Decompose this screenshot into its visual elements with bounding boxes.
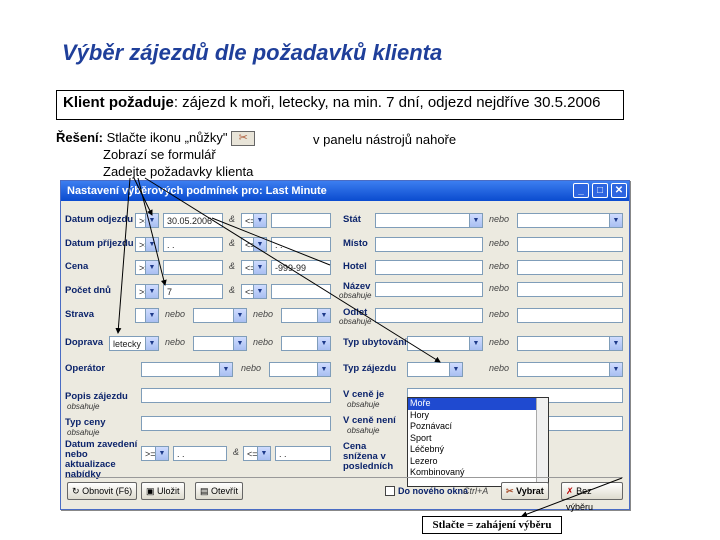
arrow-doprava xyxy=(115,177,131,334)
arrow-helper xyxy=(211,217,331,266)
arrow-dny xyxy=(137,177,167,286)
annotation-arrows xyxy=(115,177,623,518)
arrow-typ-zajezdu xyxy=(144,177,441,363)
arrow-vybrat xyxy=(521,477,623,518)
